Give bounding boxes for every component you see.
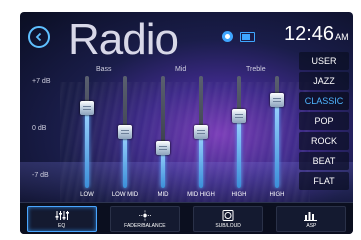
eq-button-label: EQ [58, 222, 66, 229]
bars-icon [304, 211, 318, 221]
eq-slider-label: MID HIGH [187, 192, 215, 198]
eq-slider-knob[interactable] [194, 125, 208, 139]
sub-loud-label: SUB/LOUD [215, 222, 241, 229]
preset-beat[interactable]: BEAT [299, 152, 349, 170]
bottom-nav: EQ FADER/BALANCE SUB/LOUD ASP [20, 202, 353, 234]
eq-slider-fill [237, 116, 241, 188]
eq-slider-knob[interactable] [156, 141, 170, 155]
eq-slider-track[interactable] [237, 76, 241, 188]
band-label-bass: Bass [96, 66, 112, 73]
clock-time: 12:46 [284, 23, 335, 45]
battery-status-icon [240, 32, 255, 42]
eq-slider-label: HIGH [269, 192, 285, 198]
db-label-top: +7 dB [32, 78, 51, 85]
eq-slider-knob[interactable] [118, 125, 132, 139]
eq-slider-knob[interactable] [80, 101, 94, 115]
clock: 12:46AM [284, 24, 349, 44]
bluetooth-status-icon [222, 31, 233, 42]
preset-flat[interactable]: FLAT [299, 172, 349, 190]
db-label-bottom: -7 dB [32, 172, 49, 179]
clock-ampm: AM [335, 32, 349, 42]
eq-slider-label: LOW [80, 192, 94, 198]
fader-balance-label: FADER/BALANCE [124, 222, 166, 229]
preset-rock[interactable]: ROCK [299, 132, 349, 150]
radio-eq-screen: Radio 12:46AM +7 dB 0 dB -7 dB Bass Mid … [20, 12, 353, 234]
preset-classic[interactable]: CLASSIC [299, 92, 349, 110]
asp-button[interactable]: ASP [276, 206, 347, 232]
eq-slider-fill [85, 108, 89, 188]
page-title: Radio [68, 15, 179, 64]
fader-balance-icon [138, 210, 151, 220]
back-arrow-icon [35, 32, 42, 42]
eq-slider-fill [275, 100, 279, 188]
asp-label: ASP [306, 222, 317, 229]
db-label-zero: 0 dB [32, 125, 47, 132]
sub-loud-button[interactable]: SUB/LOUD [193, 206, 264, 232]
preset-list: USER JAZZ CLASSIC POP ROCK BEAT FLAT [299, 52, 349, 192]
subwoofer-icon [222, 209, 234, 221]
eq-slider-track[interactable] [161, 76, 165, 188]
eq-slider-fill [199, 132, 203, 188]
eq-slider-label: HIGH [231, 192, 247, 198]
band-label-mid: Mid [175, 66, 187, 73]
fader-balance-button[interactable]: FADER/BALANCE [109, 206, 180, 232]
eq-slider-label: LOW MID [111, 192, 139, 198]
preset-jazz[interactable]: JAZZ [299, 72, 349, 90]
preset-user[interactable]: USER [299, 52, 349, 70]
eq-slider-knob[interactable] [232, 109, 246, 123]
eq-button[interactable]: EQ [26, 206, 97, 232]
band-label-treble: Treble [246, 66, 266, 73]
preset-pop[interactable]: POP [299, 112, 349, 130]
eq-slider-track[interactable] [85, 76, 89, 188]
eq-icon [55, 210, 69, 220]
eq-slider-label: MID [157, 192, 169, 198]
eq-slider-knob[interactable] [270, 93, 284, 107]
back-button[interactable] [28, 26, 50, 48]
eq-slider-fill [123, 132, 127, 188]
